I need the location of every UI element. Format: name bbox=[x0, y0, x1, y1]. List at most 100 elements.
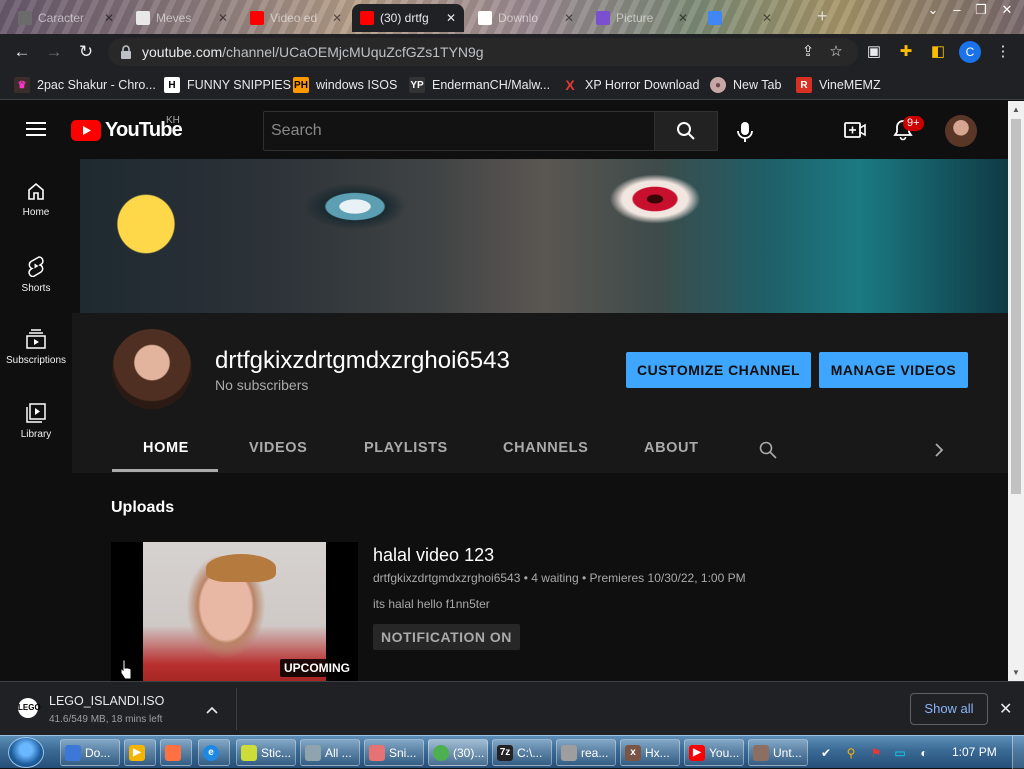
tab-home[interactable]: HOME bbox=[143, 440, 189, 456]
sidebar-item-subscriptions[interactable]: Subscriptions bbox=[0, 307, 72, 381]
customize-channel-button[interactable]: CUSTOMIZE CHANNEL bbox=[626, 352, 811, 388]
microphone-icon[interactable] bbox=[737, 121, 753, 143]
bookmark-item[interactable]: ♛ 2pac Shakur - Chro... bbox=[14, 76, 156, 94]
taskbar-item-active[interactable]: (30)... bbox=[428, 739, 488, 766]
bookmark-label: windows ISOS bbox=[316, 78, 398, 92]
video-thumbnail[interactable]: UPCOMING bbox=[111, 542, 358, 681]
close-tab-icon[interactable]: ✕ bbox=[762, 11, 772, 25]
close-tab-icon[interactable]: ✕ bbox=[218, 11, 228, 25]
create-video-icon[interactable] bbox=[844, 121, 866, 139]
bookmark-item[interactable]: ● New Tab bbox=[710, 76, 781, 94]
browser-tab-active[interactable]: (30) drtfg ✕ bbox=[352, 4, 464, 32]
taskbar-item[interactable]: ▶ bbox=[124, 739, 156, 766]
sidebar-item-shorts[interactable]: Shorts bbox=[0, 233, 72, 307]
taskbar-item[interactable]: Unt... bbox=[748, 739, 808, 766]
taskbar-item[interactable]: e bbox=[198, 739, 230, 766]
browser-tab[interactable]: Meves ✕ bbox=[128, 4, 236, 32]
task-label: C:\... bbox=[517, 745, 543, 760]
bookmark-favicon-icon: PH bbox=[293, 77, 309, 93]
url-host: youtube.com bbox=[142, 44, 223, 60]
video-title[interactable]: halal video 123 bbox=[373, 545, 494, 566]
bookmark-item[interactable]: YP EndermanCH/Malw... bbox=[409, 76, 550, 94]
minimize-window-button[interactable]: – bbox=[946, 2, 968, 18]
taskbar-clock[interactable]: 1:07 PM bbox=[952, 745, 997, 759]
back-icon[interactable]: ← bbox=[12, 42, 32, 62]
taskbar-item[interactable] bbox=[160, 739, 192, 766]
taskbar-item[interactable]: 7z C:\... bbox=[492, 739, 552, 766]
bookmark-favicon-icon: X bbox=[565, 77, 575, 93]
side-panel-icon[interactable]: ◧ bbox=[928, 42, 948, 62]
manage-videos-button[interactable]: MANAGE VIDEOS bbox=[819, 352, 968, 388]
browser-tab[interactable]: Caracter ✕ bbox=[10, 4, 122, 32]
show-all-downloads-button[interactable]: Show all bbox=[910, 693, 988, 725]
reload-icon[interactable]: ↻ bbox=[76, 42, 96, 62]
bookmark-item[interactable]: R VineMEMZ bbox=[796, 76, 881, 94]
tab-search-icon[interactable]: ⌄ bbox=[922, 2, 944, 18]
taskbar-item[interactable]: Stic... bbox=[236, 739, 296, 766]
start-button[interactable] bbox=[8, 737, 44, 768]
scroll-down-arrow-icon[interactable]: ▼ bbox=[1012, 668, 1020, 677]
taskbar-item[interactable]: rea... bbox=[556, 739, 616, 766]
bookmark-item[interactable]: H FUNNY SNIPPIES bbox=[164, 76, 291, 94]
bookmark-item[interactable]: X XP Horror Download bbox=[562, 76, 699, 94]
close-tab-icon[interactable]: ✕ bbox=[564, 11, 574, 25]
search-box[interactable] bbox=[263, 111, 655, 151]
browser-tab[interactable]: Picture ✕ bbox=[588, 4, 696, 32]
channel-search-icon[interactable] bbox=[759, 441, 777, 459]
taskbar-item[interactable]: ▶ You... bbox=[684, 739, 744, 766]
notification-on-button[interactable]: NOTIFICATION ON bbox=[373, 624, 520, 650]
new-tab-button[interactable]: + bbox=[817, 6, 828, 27]
account-avatar[interactable] bbox=[945, 115, 977, 147]
sidebar-item-home[interactable]: Home bbox=[0, 159, 72, 233]
tray-icon[interactable]: ✔ bbox=[818, 745, 834, 761]
search-input[interactable] bbox=[264, 112, 654, 150]
taskbar-item[interactable]: x Hx... bbox=[620, 739, 680, 766]
chevron-right-icon[interactable] bbox=[934, 442, 944, 458]
network-icon[interactable]: ▭ bbox=[892, 745, 908, 761]
tab-playlists[interactable]: PLAYLISTS bbox=[364, 440, 448, 456]
hamburger-menu-icon[interactable] bbox=[26, 121, 46, 137]
maximize-window-button[interactable]: ❐ bbox=[970, 2, 992, 18]
downloads-bar: LEGO LEGO_ISLANDI.ISO 41.6/549 MB, 18 mi… bbox=[0, 681, 1024, 735]
extensions-icon[interactable]: ✚ bbox=[896, 42, 916, 62]
profile-avatar[interactable]: C bbox=[959, 41, 981, 63]
browser-tab[interactable]: Downlo ✕ bbox=[470, 4, 582, 32]
close-tab-icon[interactable]: ✕ bbox=[446, 11, 456, 25]
forward-icon[interactable]: → bbox=[44, 42, 64, 62]
address-bar[interactable]: youtube.com/channel/UCaOEMjcMUquZcfGZs1T… bbox=[108, 38, 858, 66]
tab-title: Downlo bbox=[498, 11, 539, 25]
taskbar-item[interactable]: Do... bbox=[60, 739, 120, 766]
show-desktop-button[interactable] bbox=[1012, 736, 1024, 769]
scroll-up-arrow-icon[interactable]: ▲ bbox=[1012, 105, 1020, 114]
download-filename[interactable]: LEGO_ISLANDI.ISO bbox=[49, 694, 164, 708]
bookmark-star-icon[interactable]: ☆ bbox=[826, 42, 846, 62]
page-scrollbar[interactable]: ▲ ▼ bbox=[1008, 101, 1024, 681]
tray-icon[interactable]: ⚲ bbox=[843, 745, 859, 761]
task-icon bbox=[65, 744, 81, 761]
chevron-up-icon[interactable] bbox=[206, 706, 218, 714]
scrollbar-thumb[interactable] bbox=[1011, 119, 1021, 494]
sidebar-item-library[interactable]: Library bbox=[0, 381, 72, 455]
close-window-button[interactable]: ✕ bbox=[996, 2, 1018, 18]
browser-tab[interactable]: Video ed ✕ bbox=[242, 4, 350, 32]
close-tab-icon[interactable]: ✕ bbox=[104, 11, 114, 25]
taskbar-item[interactable]: Sni... bbox=[364, 739, 424, 766]
volume-icon[interactable]: ◐ bbox=[916, 745, 932, 761]
channel-avatar[interactable] bbox=[112, 329, 192, 409]
share-icon[interactable]: ⇪ bbox=[798, 42, 818, 62]
tab-videos[interactable]: VIDEOS bbox=[249, 440, 307, 456]
tab-channels[interactable]: CHANNELS bbox=[503, 440, 588, 456]
bookmark-item[interactable]: PH windows ISOS bbox=[293, 76, 397, 94]
close-tab-icon[interactable]: ✕ bbox=[332, 11, 342, 25]
close-downloads-icon[interactable]: ✕ bbox=[999, 699, 1012, 719]
taskbar-item[interactable]: All ... bbox=[300, 739, 360, 766]
browser-tab[interactable]: ✕ bbox=[700, 4, 780, 32]
tab-about[interactable]: ABOUT bbox=[644, 440, 699, 456]
search-button[interactable] bbox=[654, 111, 718, 151]
chrome-menu-icon[interactable]: ⋮ bbox=[993, 42, 1013, 62]
flag-icon[interactable]: ⚑ bbox=[868, 745, 884, 761]
task-label: All ... bbox=[325, 745, 352, 760]
tab-search-panel-icon[interactable]: ▣ bbox=[864, 42, 884, 62]
bookmark-favicon-icon: H bbox=[164, 77, 180, 93]
close-tab-icon[interactable]: ✕ bbox=[678, 11, 688, 25]
